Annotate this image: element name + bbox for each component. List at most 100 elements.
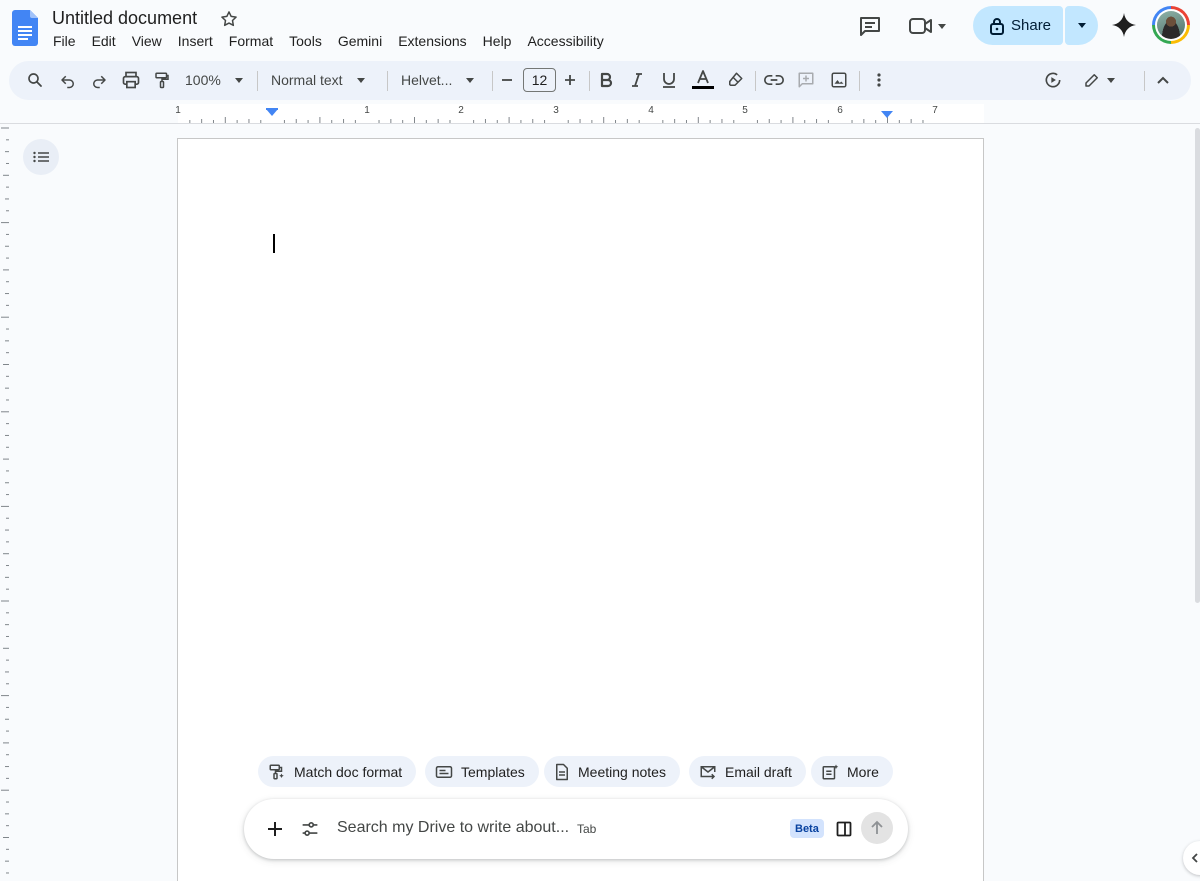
match-format-icon <box>268 763 286 781</box>
ruler-label: 4 <box>648 105 654 116</box>
tab-hint: Tab <box>577 822 597 836</box>
toolbar-divider <box>387 71 388 91</box>
chevron-left-icon <box>1191 852 1199 864</box>
ruler-label: 2 <box>458 105 464 116</box>
italic-icon[interactable] <box>623 66 651 94</box>
menu-view[interactable]: View <box>124 31 170 51</box>
paragraph-style-value: Normal text <box>271 72 343 88</box>
toolbar-divider <box>1144 71 1145 91</box>
first-line-indent-marker[interactable] <box>266 108 278 110</box>
gemini-prompt-bar[interactable]: Search my Drive to write about... Tab Be… <box>244 799 908 859</box>
list-icon <box>33 151 49 163</box>
beta-badge: Beta <box>790 819 824 838</box>
video-camera-icon <box>908 15 934 37</box>
chevron-down-icon <box>1107 77 1115 83</box>
ruler-label: 3 <box>553 105 559 116</box>
star-icon[interactable] <box>219 9 239 29</box>
add-comment-icon[interactable] <box>792 66 820 94</box>
highlight-color-icon[interactable] <box>721 66 749 94</box>
more-options-icon[interactable] <box>865 66 893 94</box>
meet-button[interactable] <box>908 12 956 40</box>
chip-label: Meeting notes <box>578 763 666 780</box>
toolbar-divider <box>755 71 756 91</box>
menu-bar: File Edit View Insert Format Tools Gemin… <box>45 31 612 51</box>
chip-label: Email draft <box>725 763 792 780</box>
menu-gemini[interactable]: Gemini <box>330 31 390 51</box>
side-panel-icon[interactable] <box>832 817 856 841</box>
comment-history-icon[interactable] <box>856 12 884 40</box>
arrow-up-icon <box>870 820 884 836</box>
document-title[interactable]: Untitled document <box>52 8 197 29</box>
paragraph-style-select[interactable]: Normal text <box>271 66 375 94</box>
share-dropdown-button[interactable] <box>1065 6 1098 45</box>
insert-image-icon[interactable] <box>825 66 853 94</box>
formatting-toolbar: 100% Normal text Helvet... 12 <box>9 61 1191 100</box>
zoom-value: 100% <box>185 72 221 88</box>
toolbar-divider <box>859 71 860 91</box>
share-button[interactable]: Share <box>973 6 1063 45</box>
more-chip[interactable]: More <box>811 756 893 787</box>
ruler-label: 5 <box>742 105 748 116</box>
undo-icon[interactable] <box>54 66 82 94</box>
document-outline-button[interactable] <box>23 139 59 175</box>
underline-icon[interactable] <box>655 66 683 94</box>
chevron-down-icon <box>938 23 946 29</box>
show-side-panel-button[interactable] <box>1183 841 1200 875</box>
paint-format-icon[interactable] <box>148 66 176 94</box>
vertical-scrollbar[interactable] <box>1195 128 1200 603</box>
editing-mode-select[interactable] <box>1083 66 1123 94</box>
title-bar: Untitled document File Edit View Insert … <box>0 0 1200 58</box>
account-avatar[interactable] <box>1152 6 1190 44</box>
share-label: Share <box>1011 17 1052 34</box>
templates-chip[interactable]: Templates <box>425 756 539 787</box>
ruler-label: 6 <box>837 105 843 116</box>
templates-icon <box>435 764 453 780</box>
editing-mode-play-icon[interactable] <box>1039 66 1067 94</box>
menu-tools[interactable]: Tools <box>281 31 330 51</box>
chevron-down-icon <box>466 77 475 83</box>
font-size-input[interactable]: 12 <box>523 68 556 92</box>
email-icon <box>699 764 717 780</box>
menu-file[interactable]: File <box>45 31 84 51</box>
more-icon <box>821 763 839 781</box>
decrease-font-size-icon[interactable] <box>493 66 521 94</box>
share-group: Share <box>973 6 1098 45</box>
menu-extensions[interactable]: Extensions <box>390 31 474 51</box>
menu-accessibility[interactable]: Accessibility <box>519 31 611 51</box>
chip-label: Templates <box>461 763 525 780</box>
ruler-label: 1 <box>364 105 370 116</box>
text-color-icon[interactable] <box>689 66 717 94</box>
insert-link-icon[interactable] <box>760 66 788 94</box>
prompt-input[interactable]: Search my Drive to write about... <box>337 819 569 837</box>
send-button[interactable] <box>861 812 893 844</box>
increase-font-size-icon[interactable] <box>556 66 584 94</box>
zoom-select[interactable]: 100% <box>185 66 249 94</box>
menu-format[interactable]: Format <box>221 31 281 51</box>
menu-help[interactable]: Help <box>475 31 520 51</box>
print-icon[interactable] <box>117 66 145 94</box>
menu-insert[interactable]: Insert <box>170 31 221 51</box>
email-draft-chip[interactable]: Email draft <box>689 756 806 787</box>
add-icon[interactable] <box>262 816 288 842</box>
docs-logo-icon[interactable] <box>12 10 38 46</box>
ruler-label: 1 <box>175 105 181 116</box>
lock-icon <box>989 17 1005 35</box>
match-doc-format-chip[interactable]: Match doc format <box>258 756 417 787</box>
gemini-sparkle-icon[interactable] <box>1111 12 1137 38</box>
tune-settings-icon[interactable] <box>297 816 323 842</box>
document-icon <box>554 763 570 781</box>
pencil-icon <box>1083 71 1101 89</box>
text-cursor <box>273 234 275 253</box>
menu-edit[interactable]: Edit <box>84 31 124 51</box>
hide-menus-chevron-up-icon[interactable] <box>1149 66 1177 94</box>
vertical-ruler[interactable] <box>0 124 9 881</box>
bold-icon[interactable] <box>592 66 620 94</box>
search-menus-icon[interactable] <box>21 66 49 94</box>
toolbar-divider <box>257 71 258 91</box>
redo-icon[interactable] <box>85 66 113 94</box>
chip-label: More <box>847 763 879 780</box>
meeting-notes-chip[interactable]: Meeting notes <box>544 756 680 787</box>
font-family-select[interactable]: Helvet... <box>401 66 485 94</box>
horizontal-ruler[interactable]: 1 1 2 3 4 5 6 7 <box>0 104 1200 124</box>
toolbar-divider <box>589 71 590 91</box>
